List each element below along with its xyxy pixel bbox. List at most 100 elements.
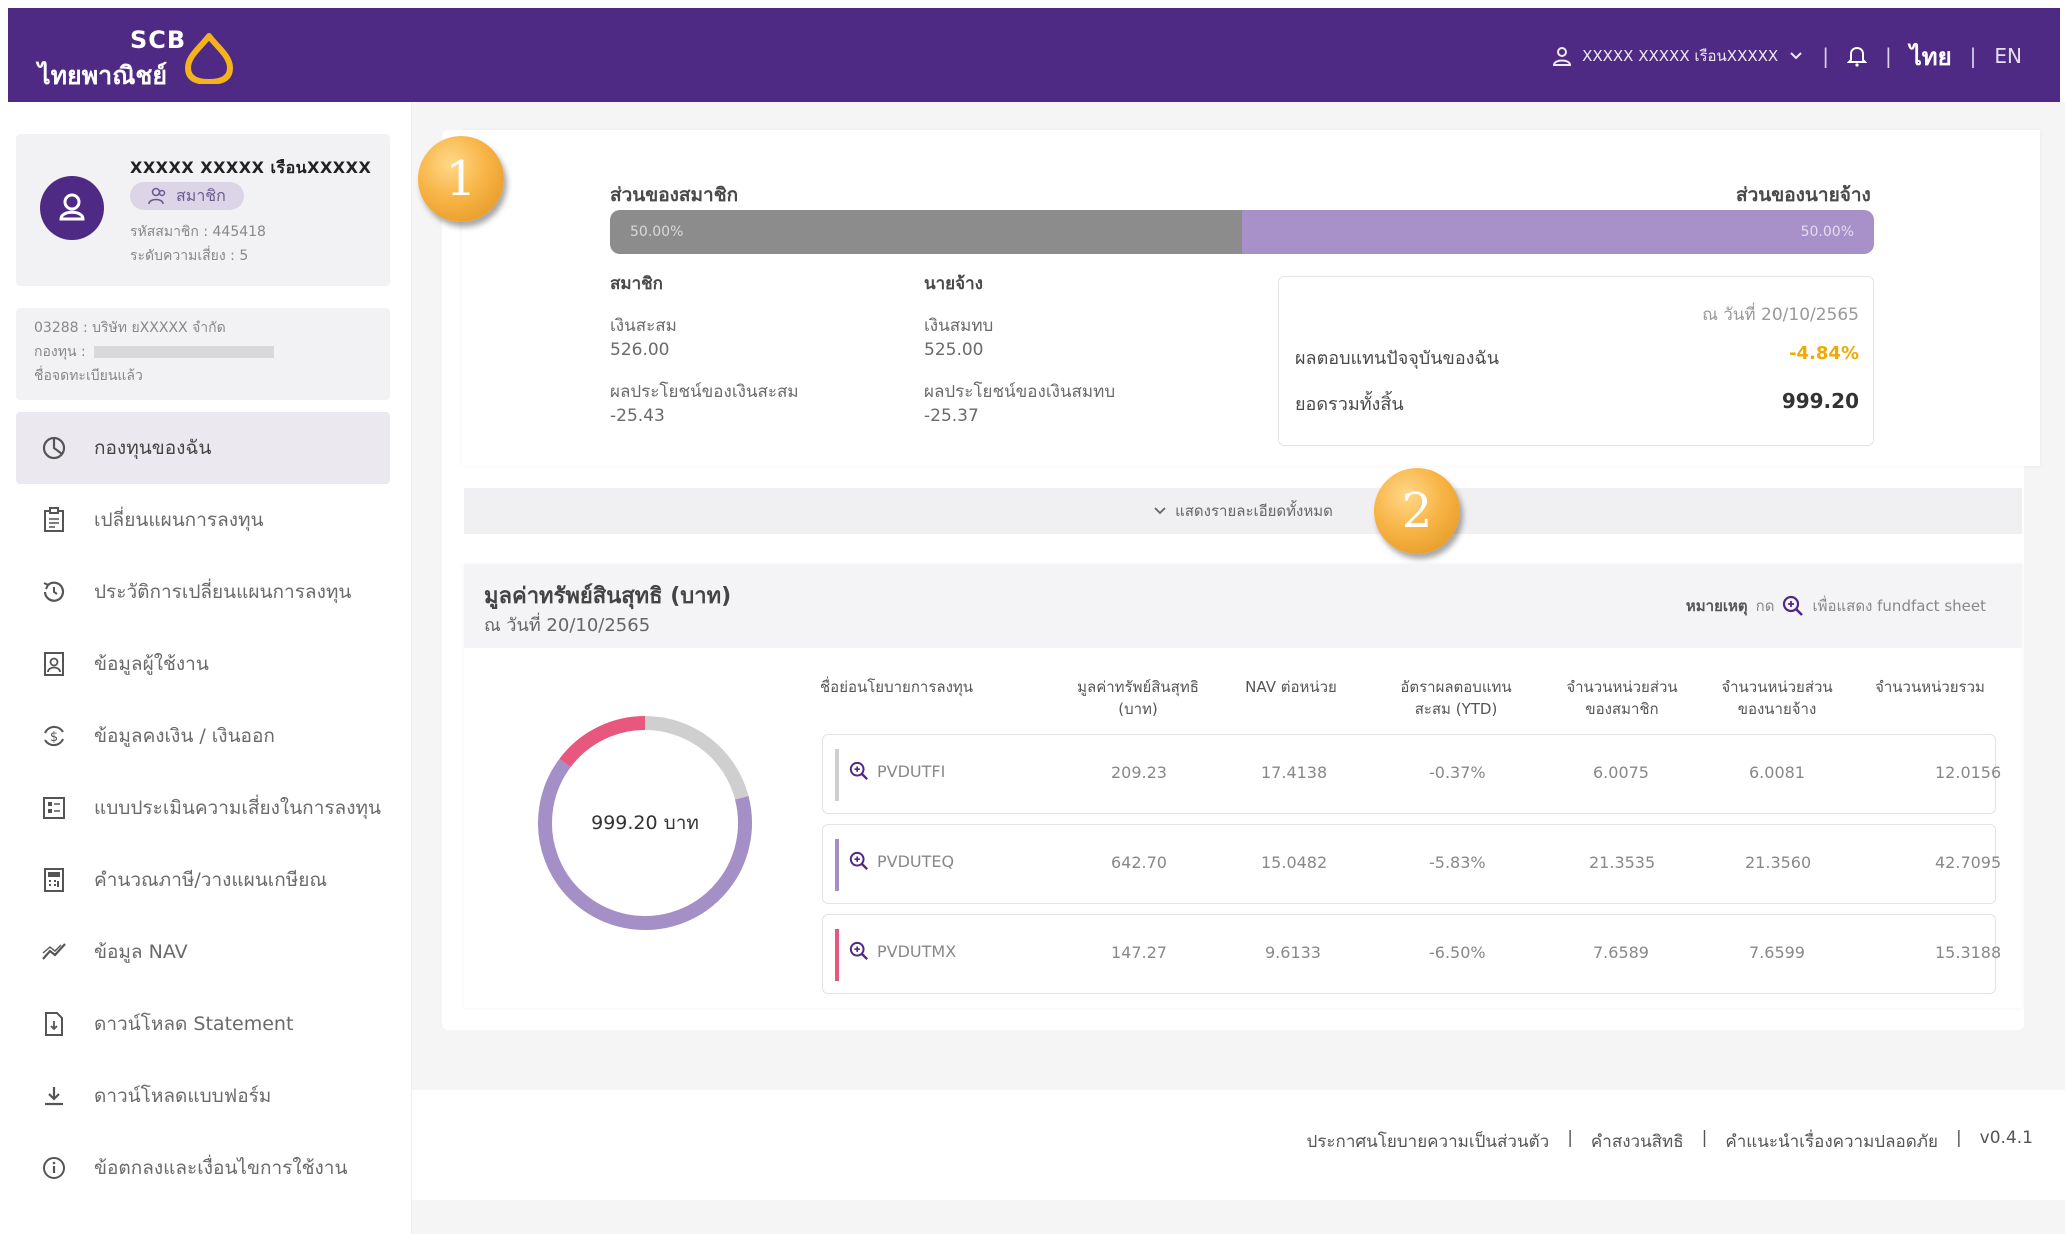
header-user-name: XXXXX XXXXX เรือนXXXXX	[1582, 47, 1779, 65]
sidebar-menu: กองทุนของฉัน เปลี่ยนแผนการลงทุน ประวัติก…	[16, 412, 390, 1204]
sidebar-item-change-plan[interactable]: เปลี่ยนแผนการลงทุน	[16, 484, 390, 556]
chart-line-icon	[40, 938, 68, 966]
callout-number: 2	[1401, 483, 1433, 539]
bell-icon[interactable]	[1846, 45, 1867, 67]
note-prefix: หมายเหตุ	[1685, 597, 1748, 615]
cell-units-total: 15.3188	[1935, 943, 2002, 962]
member-share-fill: 50.00%	[610, 210, 1242, 254]
fund-label: กองทุน :	[34, 344, 86, 360]
history-icon	[40, 578, 68, 606]
cell-units-member: 7.6589	[1593, 943, 1649, 962]
sidebar-item-terms[interactable]: ข้อตกลงและเงื่อนไขการใช้งาน	[16, 1132, 390, 1204]
profile-name: XXXXX XXXXX เรือนXXXXX	[130, 158, 372, 177]
zoom-in-icon[interactable]	[849, 851, 869, 871]
header-separator: |	[1884, 44, 1892, 68]
cell-nav-unit: 15.0482	[1261, 853, 1328, 872]
logo-text-scb: SCB	[130, 26, 187, 54]
sidebar-item-download-forms[interactable]: ดาวน์โหลดแบบฟอร์ม	[16, 1060, 390, 1132]
header-separator: |	[1969, 44, 1977, 68]
fund-name-cell[interactable]: PVDUTFI	[849, 761, 945, 781]
security-link[interactable]: คำแนะนำเรื่องความปลอดภัย	[1725, 1128, 1938, 1155]
fund-panel-title: มูลค่าทรัพย์สินสุทธิ (บาท)	[484, 584, 732, 609]
row-color-marker	[835, 929, 839, 981]
fund-name-cell[interactable]: PVDUTEQ	[849, 851, 954, 871]
note-press: กด	[1755, 597, 1775, 615]
user-menu[interactable]: XXXXX XXXXX เรือนXXXXX	[1552, 44, 1804, 68]
row-color-marker	[835, 749, 839, 801]
sidebar-item-label: ข้อมูลคงเงิน / เงินออก	[94, 725, 275, 747]
zoom-in-icon[interactable]	[849, 941, 869, 961]
company-info: 03288 : บริษัท ยXXXXX จำกัด กองทุน : ชื่…	[16, 308, 390, 400]
sidebar: XXXXX XXXXX เรือนXXXXX สมาชิก รหัสสมาชิก…	[8, 102, 412, 1234]
sidebar-item-risk-assessment[interactable]: แบบประเมินความเสี่ยงในการลงทุน	[16, 772, 390, 844]
cell-units-employer: 7.6599	[1749, 943, 1805, 962]
show-all-label: แสดงรายละเอียดทั้งหมด	[1175, 502, 1333, 520]
lang-en-link[interactable]: EN	[1994, 44, 2022, 68]
sidebar-item-my-fund[interactable]: กองทุนของฉัน	[16, 412, 390, 484]
zoom-in-icon[interactable]	[849, 761, 869, 781]
employer-benefit-value: -25.37	[924, 406, 979, 426]
sidebar-item-download-statement[interactable]: ดาวน์โหลด Statement	[16, 988, 390, 1060]
member-share-label: ส่วนของสมาชิก	[610, 184, 739, 206]
cell-ytd: -6.50%	[1429, 943, 1486, 962]
form-icon	[40, 794, 68, 822]
sidebar-item-label: ข้อตกลงและเงื่อนไขการใช้งาน	[94, 1157, 348, 1179]
document-icon	[40, 1010, 68, 1038]
donut-total: 999.20 บาท	[591, 812, 699, 834]
cell-units-member: 21.3535	[1589, 853, 1656, 872]
sidebar-item-plan-history[interactable]: ประวัติการเปลี่ยนแผนการลงทุน	[16, 556, 390, 628]
sidebar-item-label: ดาวน์โหลด Statement	[94, 1013, 294, 1035]
registration-status: ชื่อจดทะเบียนแล้ว	[34, 368, 143, 384]
sidebar-item-money-in-out[interactable]: $ ข้อมูลคงเงิน / เงินออก	[16, 700, 390, 772]
avatar	[40, 176, 104, 240]
cell-nav-unit: 17.4138	[1261, 763, 1328, 782]
pie-chart-icon	[40, 434, 68, 462]
zoom-in-icon	[1783, 595, 1804, 616]
employer-column-title: นายจ้าง	[924, 274, 983, 294]
role-badge: สมาชิก	[130, 182, 244, 210]
download-icon	[40, 1082, 68, 1110]
fund-code: PVDUTMX	[877, 941, 957, 961]
sidebar-item-label: ข้อมูล NAV	[94, 941, 188, 963]
footer: ประกาศนโยบายความเป็นส่วนตัว | คำสงวนสิทธ…	[412, 1090, 2065, 1200]
fund-name-cell[interactable]: PVDUTMX	[849, 941, 956, 961]
info-date: ณ วันที่ 20/10/2565	[1702, 305, 1859, 325]
fund-panel-date: ณ วันที่ 20/10/2565	[484, 615, 651, 636]
col-header-nav-unit: NAV ต่อหน่วย	[1245, 678, 1337, 696]
scb-logo[interactable]: SCB ไทยพาณิชย์	[30, 26, 240, 92]
version-label: v0.4.1	[1979, 1128, 2033, 1148]
header-separator: |	[1822, 44, 1829, 68]
lang-th-link[interactable]: ไทย	[1910, 37, 1952, 76]
col-header-units-employer: จำนวนหน่วยส่วน ของนายจ้าง	[1721, 678, 1833, 718]
sidebar-item-user-info[interactable]: ข้อมูลผู้ใช้งาน	[16, 628, 390, 700]
role-label: สมาชิก	[176, 185, 226, 205]
return-summary-box: ณ วันที่ 20/10/2565 ผลตอบแทนปัจจุบันของฉ…	[1278, 276, 1874, 446]
cell-nav-value: 209.23	[1111, 763, 1167, 782]
return-label: ผลตอบแทนปัจจุบันของฉัน	[1295, 348, 1499, 369]
users-icon	[148, 187, 166, 205]
show-all-details-button[interactable]: แสดงรายละเอียดทั้งหมด	[464, 488, 2022, 534]
user-card-icon	[40, 650, 68, 678]
cell-nav-value: 642.70	[1111, 853, 1167, 872]
cell-units-total: 12.0156	[1935, 763, 2002, 782]
employer-share-fill: 50.00%	[1242, 210, 1874, 254]
callout-number: 1	[445, 151, 477, 207]
allocation-donut-chart: 999.20 บาท	[530, 708, 760, 938]
disclaimer-link[interactable]: คำสงวนสิทธิ	[1591, 1128, 1684, 1155]
row-color-marker	[835, 839, 839, 891]
member-benefit-label: ผลประโยชน์ของเงินสะสม	[610, 382, 799, 402]
col-header-nav-value: มูลค่าทรัพย์สินสุทธิ (บาท)	[1077, 678, 1199, 718]
logo-text-thai: ไทยพาณิชย์	[38, 61, 168, 90]
sidebar-item-nav-info[interactable]: ข้อมูล NAV	[16, 916, 390, 988]
callout-badge-1: 1	[418, 136, 504, 222]
member-contrib-label: เงินสะสม	[610, 316, 677, 336]
share-progress-bar: 50.00% 50.00%	[610, 210, 1874, 254]
fund-name-line: กองทุน :	[34, 340, 372, 364]
footer-separator: |	[1701, 1128, 1708, 1148]
member-id: รหัสสมาชิก : 445418	[130, 224, 266, 240]
privacy-link[interactable]: ประกาศนโยบายความเป็นส่วนตัว	[1306, 1128, 1549, 1155]
note-suffix: เพื่อแสดง fundfact sheet	[1812, 597, 1986, 615]
sidebar-item-tax-calc[interactable]: คำนวณภาษี/วางแผนเกษียณ	[16, 844, 390, 916]
calculator-icon	[40, 866, 68, 894]
profile-meta: รหัสสมาชิก : 445418 ระดับความเสี่ยง : 5	[130, 220, 266, 268]
